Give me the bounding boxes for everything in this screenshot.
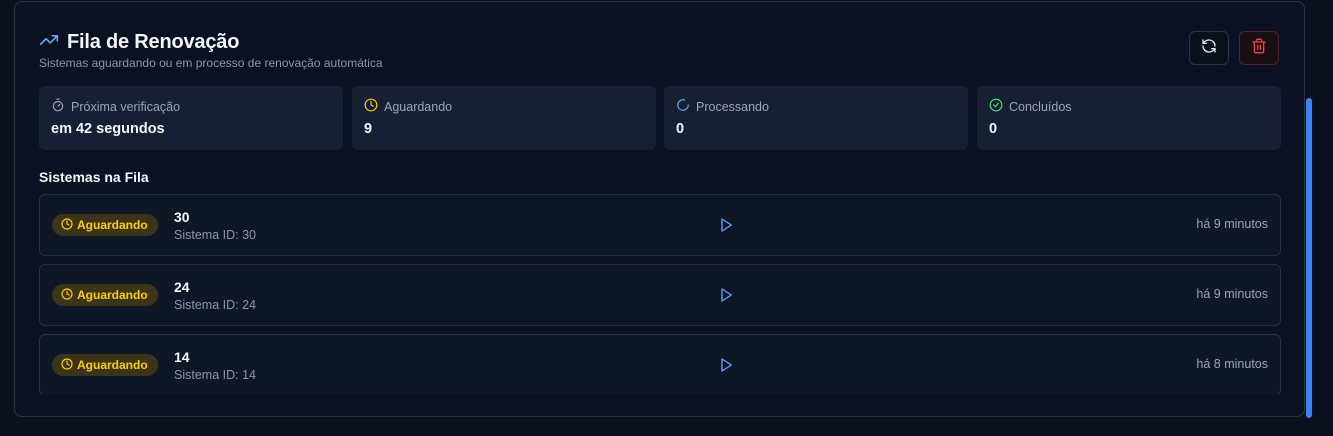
page-subtitle: Sistemas aguardando ou em processo de re… [39, 56, 383, 70]
stat-label: Processando [696, 99, 769, 114]
system-id: Sistema ID: 24 [174, 298, 256, 312]
clear-queue-button[interactable] [1239, 31, 1279, 65]
clock-icon [61, 287, 73, 303]
status-label: Aguardando [77, 288, 148, 302]
play-icon [718, 358, 734, 377]
stat-value: 0 [989, 121, 998, 137]
timer-icon [51, 98, 65, 115]
status-label: Aguardando [77, 218, 148, 232]
queue-list: Aguardando 30 Sistema ID: 30 há 9 minuto… [39, 194, 1281, 394]
stat-card-processing: Processando 0 [664, 86, 968, 150]
queue-section-title: Sistemas na Fila [39, 169, 149, 185]
system-id: Sistema ID: 30 [174, 228, 256, 242]
clock-icon [364, 98, 378, 115]
system-id: Sistema ID: 14 [174, 368, 256, 382]
renewal-queue-panel: Fila de Renovação Sistemas aguardando ou… [14, 1, 1305, 417]
refresh-icon [1201, 38, 1217, 59]
clock-icon [61, 217, 73, 233]
queue-row: Aguardando 14 Sistema ID: 14 há 8 minuto… [39, 334, 1281, 394]
queued-time: há 8 minutos [1196, 357, 1268, 371]
system-name: 24 [174, 279, 190, 295]
trash-icon [1251, 38, 1267, 59]
loader-icon [676, 98, 690, 115]
process-now-button[interactable] [718, 287, 734, 303]
status-badge: Aguardando [52, 214, 158, 236]
panel-header: Fila de Renovação [39, 30, 239, 55]
scrollbar-thumb[interactable] [1306, 98, 1312, 418]
queued-time: há 9 minutos [1196, 217, 1268, 231]
stat-label: Concluídos [1009, 99, 1072, 114]
process-now-button[interactable] [718, 357, 734, 373]
stat-card-completed: Concluídos 0 [977, 86, 1281, 150]
system-name: 30 [174, 209, 190, 225]
refresh-button[interactable] [1189, 31, 1229, 65]
stat-label: Aguardando [384, 99, 453, 114]
status-badge: Aguardando [52, 354, 158, 376]
stat-card-next-check: Próxima verificação em 42 segundos [39, 86, 343, 150]
status-label: Aguardando [77, 358, 148, 372]
play-icon [718, 288, 734, 307]
system-name: 14 [174, 349, 190, 365]
page-title: Fila de Renovação [67, 31, 240, 53]
stat-card-waiting: Aguardando 9 [352, 86, 656, 150]
queue-row: Aguardando 30 Sistema ID: 30 há 9 minuto… [39, 194, 1281, 256]
status-badge: Aguardando [52, 284, 158, 306]
play-icon [718, 218, 734, 237]
process-now-button[interactable] [718, 217, 734, 233]
stat-value: em 42 segundos [51, 121, 165, 137]
check-circle-icon [989, 98, 1003, 115]
stat-value: 9 [364, 121, 373, 137]
clock-icon [61, 357, 73, 373]
queue-row: Aguardando 24 Sistema ID: 24 há 9 minuto… [39, 264, 1281, 326]
stat-label: Próxima verificação [71, 99, 181, 114]
queued-time: há 9 minutos [1196, 287, 1268, 301]
stat-value: 0 [676, 121, 685, 137]
trending-up-icon [39, 30, 59, 55]
